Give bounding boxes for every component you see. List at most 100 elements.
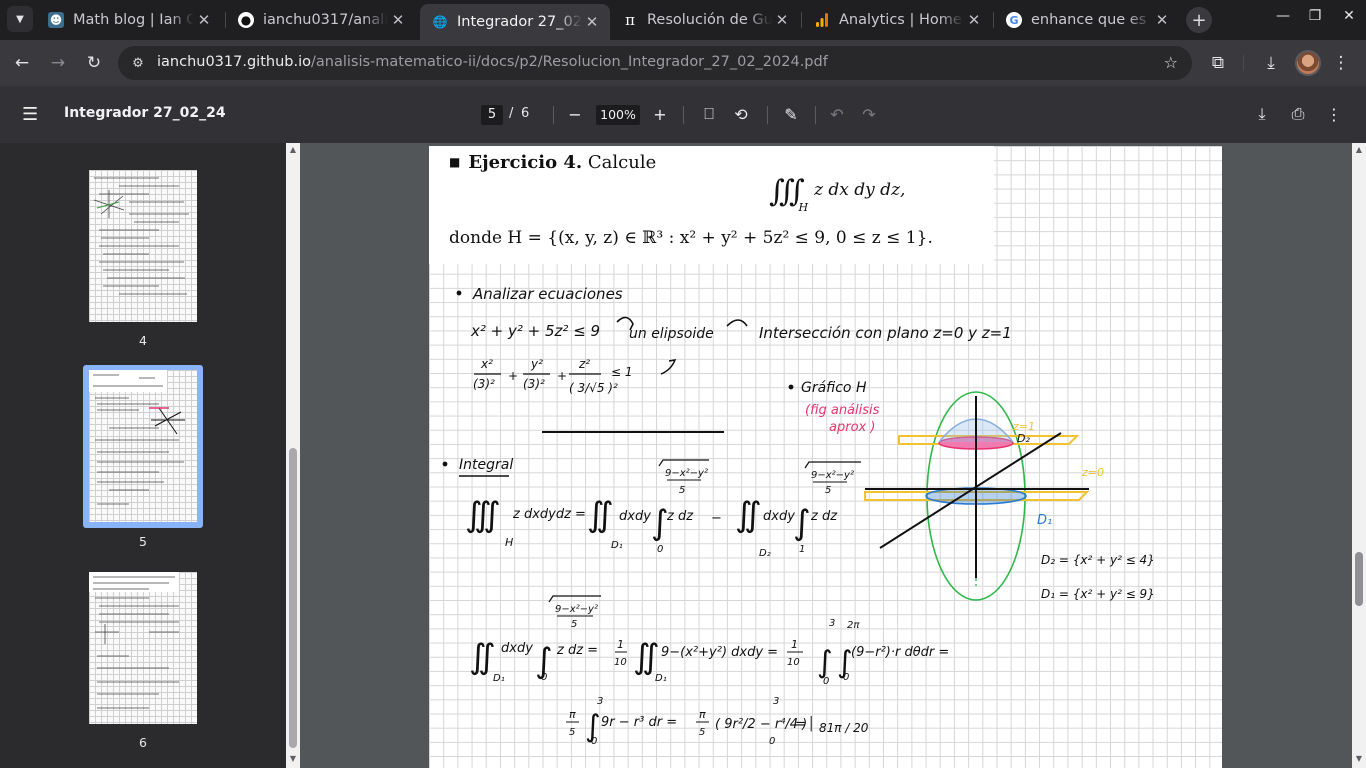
rotate-icon: ⟲ <box>734 104 748 124</box>
fit-page-button[interactable]: ⎕ <box>697 102 721 126</box>
svg-text:D₁: D₁ <box>611 540 623 551</box>
print-button[interactable]: ⎙ <box>1286 102 1310 126</box>
tab-analytics[interactable]: Analytics | Home ✕ <box>802 4 992 36</box>
svg-text:dxdy: dxdy <box>501 641 533 656</box>
undo-icon: ↶ <box>830 104 844 124</box>
close-icon[interactable]: ✕ <box>772 11 792 29</box>
thumbnail-page-6[interactable] <box>89 572 197 724</box>
download-icon: ⤓ <box>1267 53 1275 73</box>
svg-text:∫: ∫ <box>817 645 833 680</box>
close-icon[interactable]: ✕ <box>194 11 214 29</box>
pdf-more-button[interactable]: ⋮ <box>1322 102 1346 126</box>
annotate-button[interactable]: ✎ <box>779 102 803 126</box>
handwritten-solution: Analizar ecuaciones x² + y² + 5z² ≤ 9 un… <box>442 285 1155 747</box>
hw-equation: x² + y² + 5z² ≤ 9 <box>470 322 600 340</box>
tab-resolucion[interactable]: π Resolución de Gui ✕ <box>610 4 800 36</box>
svg-text:5: 5 <box>699 727 705 738</box>
tab-math-blog[interactable]: ☻ Math blog | Ian Ch ✕ <box>36 4 222 36</box>
pdf-viewer[interactable]: ■ Ejercicio 4. Calcule ∭Hz dx dy dz, dond… <box>300 143 1352 768</box>
svg-text:0: 0 <box>823 676 829 687</box>
scroll-down-arrow-icon[interactable]: ▼ <box>286 754 300 766</box>
close-icon[interactable]: ✕ <box>582 13 602 31</box>
minimize-button[interactable]: — <box>1271 8 1295 24</box>
tab-integrador-active[interactable]: 🌐 Integrador 27_02_ ✕ <box>420 4 610 40</box>
svg-text:+: + <box>508 369 518 383</box>
svg-text:∬: ∬ <box>735 495 762 535</box>
zoom-input[interactable]: 100% <box>596 105 640 125</box>
close-window-button[interactable]: ✕ <box>1337 8 1361 24</box>
undo-button[interactable]: ↶ <box>825 102 849 126</box>
svg-text:9−x²−y²: 9−x²−y² <box>665 468 708 479</box>
close-icon: ✕ <box>1343 8 1355 24</box>
sidebar-scroll-thumb[interactable] <box>289 448 297 748</box>
svg-text:9−x²−y²: 9−x²−y² <box>555 604 598 615</box>
zoom-out-button[interactable]: − <box>563 102 587 126</box>
scroll-up-arrow-icon[interactable]: ▲ <box>1352 145 1366 157</box>
svg-text:∫: ∫ <box>793 503 811 543</box>
svg-text:−: − <box>711 511 722 526</box>
svg-text:z dz: z dz <box>810 509 838 524</box>
svg-text:1: 1 <box>799 544 805 555</box>
site-info-icon[interactable]: ⚙ <box>128 53 148 73</box>
hw-d2-label: D₂ <box>1017 432 1030 445</box>
hw-d2-def: D₂ = {x² + y² ≤ 4} <box>1041 553 1155 567</box>
viewer-scroll-thumb[interactable] <box>1355 552 1363 606</box>
forward-button[interactable]: → <box>45 50 71 76</box>
pdf-toolbar: ☰ Integrador 27_02_24 5 / 6 − 100% + ⎕ ⟲… <box>0 86 1366 143</box>
address-bar[interactable]: ⚙ ianchu0317.github.io/analisis-matemati… <box>118 46 1192 80</box>
thumbnail-label: 4 <box>139 333 147 348</box>
tab-google[interactable]: G enhance que es - G ✕ <box>994 4 1180 36</box>
svg-text:D₁: D₁ <box>493 673 505 684</box>
svg-text:z dxdydz =: z dxdydz = <box>512 507 586 522</box>
back-button[interactable]: ← <box>9 50 35 76</box>
svg-text:=: = <box>795 717 806 732</box>
new-tab-button[interactable]: + <box>1186 7 1212 33</box>
scroll-down-arrow-icon[interactable]: ▼ <box>1352 754 1366 766</box>
svg-text:(3)²: (3)² <box>523 377 545 391</box>
url-host: ianchu0317.github.io <box>157 54 311 70</box>
viewer-scrollbar[interactable] <box>1352 143 1366 768</box>
scroll-up-arrow-icon[interactable]: ▲ <box>286 145 300 157</box>
bookmark-star-icon[interactable]: ☆ <box>1164 53 1178 72</box>
analytics-icon <box>814 12 830 28</box>
reload-icon: ↻ <box>86 53 102 73</box>
github-icon: ● <box>238 12 254 28</box>
tab-title: ianchu0317/analis <box>263 12 388 28</box>
arrow-right-icon: → <box>50 53 66 73</box>
thumbnail-page-4[interactable] <box>89 170 197 322</box>
url-text[interactable]: ianchu0317.github.io/analisis-matematico… <box>157 54 828 70</box>
download-pdf-button[interactable]: ⤓ <box>1250 102 1274 126</box>
tab-search-button[interactable]: ▼ <box>7 6 33 32</box>
redo-button[interactable]: ↷ <box>857 102 881 126</box>
plus-icon: + <box>1191 9 1207 31</box>
close-icon[interactable]: ✕ <box>388 11 408 29</box>
hw-integral-label: Integral <box>459 457 513 473</box>
svg-text:0: 0 <box>769 736 775 747</box>
rotate-button[interactable]: ⟲ <box>729 102 753 126</box>
downloads-button[interactable]: ⤓ <box>1258 50 1284 76</box>
restore-button[interactable]: ❐ <box>1303 8 1327 24</box>
restore-icon: ❐ <box>1308 8 1322 24</box>
thumbnail-label: 5 <box>139 534 147 549</box>
pdf-page-5: ■ Ejercicio 4. Calcule ∭Hz dx dy dz, dond… <box>429 146 1222 768</box>
svg-text:0: 0 <box>657 544 663 555</box>
close-icon[interactable]: ✕ <box>1152 11 1172 29</box>
profile-avatar[interactable] <box>1295 50 1321 76</box>
svg-text:dxdy: dxdy <box>763 509 795 524</box>
svg-text:1: 1 <box>791 638 798 651</box>
puzzle-icon: ⧉ <box>1211 53 1225 73</box>
thumbnail-page-5[interactable] <box>89 370 197 522</box>
hw-analyze: Analizar ecuaciones <box>472 285 623 303</box>
zoom-in-button[interactable]: + <box>648 102 672 126</box>
svg-text:10: 10 <box>614 657 627 668</box>
extensions-button[interactable]: ⧉ <box>1205 50 1231 76</box>
hw-graph-note-2: aprox ) <box>829 420 875 435</box>
sidebar-toggle-button[interactable]: ☰ <box>22 104 42 125</box>
svg-text:D₂: D₂ <box>759 548 771 559</box>
page-number-input[interactable]: 5 <box>481 105 503 125</box>
tab-title: enhance que es - G <box>1031 12 1152 28</box>
tab-github[interactable]: ● ianchu0317/analis ✕ <box>226 4 416 36</box>
reload-button[interactable]: ↻ <box>81 50 107 76</box>
close-icon[interactable]: ✕ <box>964 11 984 29</box>
browser-menu-button[interactable]: ⋮ <box>1328 50 1354 76</box>
